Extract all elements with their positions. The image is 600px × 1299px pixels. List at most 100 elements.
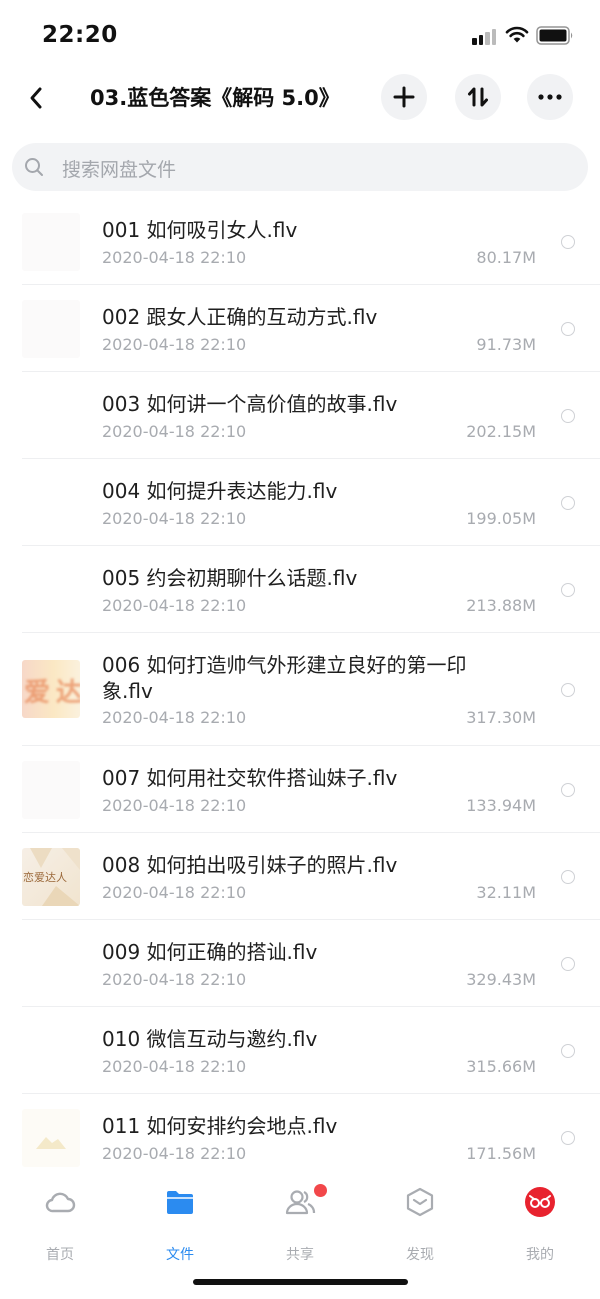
tab-discover[interactable]: 发现 — [380, 1186, 460, 1263]
file-row[interactable]: 003 如何讲一个高价值的故事.flv 2020-04-18 22:10 202.1… — [0, 372, 600, 459]
file-date: 2020-04-18 22:10 — [102, 708, 247, 727]
more-horizontal-icon — [538, 94, 562, 100]
status-time: 22:20 — [42, 22, 118, 48]
file-row[interactable]: 001 如何吸引女人.flv 2020-04-18 22:10 80.17M — [0, 198, 600, 285]
file-row[interactable]: 009 如何正确的搭讪.flv 2020-04-18 22:10 329.43M — [0, 920, 600, 1007]
select-checkbox[interactable] — [561, 870, 575, 884]
file-name: 003 如何讲一个高价值的故事.flv — [102, 392, 398, 416]
file-thumbnail — [22, 1109, 80, 1167]
folder-icon — [167, 1191, 193, 1214]
row-divider — [22, 832, 600, 833]
search-placeholder: 搜索网盘文件 — [62, 159, 177, 181]
more-button[interactable] — [527, 74, 573, 120]
tab-share[interactable]: 共享 — [260, 1186, 340, 1263]
row-divider — [22, 1006, 600, 1007]
file-thumbnail — [22, 1022, 80, 1080]
row-divider — [22, 545, 600, 546]
home-indicator — [193, 1279, 408, 1285]
back-button[interactable] — [18, 80, 54, 116]
tab-files[interactable]: 文件 — [140, 1186, 220, 1263]
file-thumbnail — [22, 761, 80, 819]
row-divider — [22, 284, 600, 285]
file-row[interactable]: 爱达 006 如何打造帅气外形建立良好的第一印象.flv 2020-04-18 22… — [0, 633, 600, 746]
select-checkbox[interactable] — [561, 409, 575, 423]
thumbnail-logo-text: 爱达 — [24, 678, 80, 708]
tab-label-profile: 我的 — [526, 1247, 554, 1263]
file-size: 317.30M — [466, 708, 536, 727]
file-name: 010 微信互动与邀约.flv — [102, 1027, 318, 1051]
battery-icon — [536, 26, 573, 45]
file-thumbnail — [22, 561, 80, 619]
file-thumbnail: 爱达 — [22, 660, 80, 718]
select-checkbox[interactable] — [561, 1044, 575, 1058]
file-row[interactable]: 007 如何用社交软件搭讪妹子.flv 2020-04-18 22:10 133.9… — [0, 746, 600, 833]
row-divider — [22, 371, 600, 372]
search-icon — [25, 158, 43, 176]
select-checkbox[interactable] — [561, 783, 575, 797]
file-size: 202.15M — [466, 422, 536, 441]
file-thumbnail — [22, 387, 80, 445]
file-size: 199.05M — [466, 509, 536, 528]
row-divider — [22, 1093, 600, 1094]
tab-label-discover: 发现 — [406, 1247, 434, 1263]
file-size: 91.73M — [476, 335, 536, 354]
select-checkbox[interactable] — [561, 496, 575, 510]
tab-label-share: 共享 — [286, 1247, 314, 1263]
row-divider — [22, 632, 600, 633]
file-name: 011 如何安排约会地点.flv — [102, 1114, 338, 1138]
file-thumbnail — [22, 935, 80, 993]
file-date: 2020-04-18 22:10 — [102, 1057, 247, 1076]
file-thumbnail: 恋爱达人 — [22, 848, 80, 906]
file-row[interactable]: 恋爱达人 008 如何拍出吸引妹子的照片.flv 2020-04-18 22:10 3… — [0, 833, 600, 920]
file-date: 2020-04-18 22:10 — [102, 422, 247, 441]
search-input[interactable]: 搜索网盘文件 — [12, 143, 588, 191]
users-icon — [285, 1190, 316, 1215]
page-title: 03.蓝色答案《解码 5.0》 — [90, 86, 340, 110]
file-date: 2020-04-18 22:10 — [102, 335, 247, 354]
file-name: 007 如何用社交软件搭讪妹子.flv — [102, 766, 398, 790]
file-size: 32.11M — [476, 883, 536, 902]
file-name: 005 约会初期聊什么话题.flv — [102, 566, 358, 590]
file-thumbnail — [22, 474, 80, 532]
file-date: 2020-04-18 22:10 — [102, 248, 247, 267]
row-divider — [22, 919, 600, 920]
file-name: 001 如何吸引女人.flv — [102, 218, 298, 242]
tab-label-files: 文件 — [166, 1247, 194, 1263]
sort-icon — [468, 87, 488, 107]
file-date: 2020-04-18 22:10 — [102, 596, 247, 615]
file-size: 329.43M — [466, 970, 536, 989]
file-size: 213.88M — [466, 596, 536, 615]
file-name: 006 如何打造帅气外形建立良好的第一印象.flv — [102, 653, 467, 703]
share-notification-badge — [314, 1184, 327, 1197]
file-row[interactable]: 002 跟女人正确的互动方式.flv 2020-04-18 22:10 91.73M — [0, 285, 600, 372]
file-row[interactable]: 004 如何提升表达能力.flv 2020-04-18 22:10 199.05M — [0, 459, 600, 546]
file-date: 2020-04-18 22:10 — [102, 883, 247, 902]
signal-icon — [472, 27, 498, 45]
plus-icon — [393, 86, 415, 108]
tab-label-home: 首页 — [46, 1247, 74, 1263]
select-checkbox[interactable] — [561, 1131, 575, 1145]
sort-button[interactable] — [455, 74, 501, 120]
profile-avatar-icon — [525, 1187, 555, 1217]
file-date: 2020-04-18 22:10 — [102, 509, 247, 528]
thumbnail-logo-text: 恋爱达人 — [23, 871, 67, 884]
header-bar: 03.蓝色答案《解码 5.0》 — [0, 70, 600, 126]
file-name: 004 如何提升表达能力.flv — [102, 479, 338, 503]
file-row[interactable]: 005 约会初期聊什么话题.flv 2020-04-18 22:10 213.88M — [0, 546, 600, 633]
file-size: 133.94M — [466, 796, 536, 815]
file-thumbnail — [22, 300, 80, 358]
file-row[interactable]: 010 微信互动与邀约.flv 2020-04-18 22:10 315.66M — [0, 1007, 600, 1094]
status-bar: 22:20 — [0, 0, 600, 70]
select-checkbox[interactable] — [561, 957, 575, 971]
file-size: 80.17M — [476, 248, 536, 267]
tab-home[interactable]: 首页 — [20, 1186, 100, 1263]
select-checkbox[interactable] — [561, 235, 575, 249]
tab-profile[interactable]: 我的 — [500, 1186, 580, 1263]
select-checkbox[interactable] — [561, 583, 575, 597]
chevron-left-icon — [30, 87, 42, 109]
add-button[interactable] — [381, 74, 427, 120]
file-size: 315.66M — [466, 1057, 536, 1076]
file-name: 009 如何正确的搭讪.flv — [102, 940, 318, 964]
select-checkbox[interactable] — [561, 322, 575, 336]
select-checkbox[interactable] — [561, 683, 575, 697]
